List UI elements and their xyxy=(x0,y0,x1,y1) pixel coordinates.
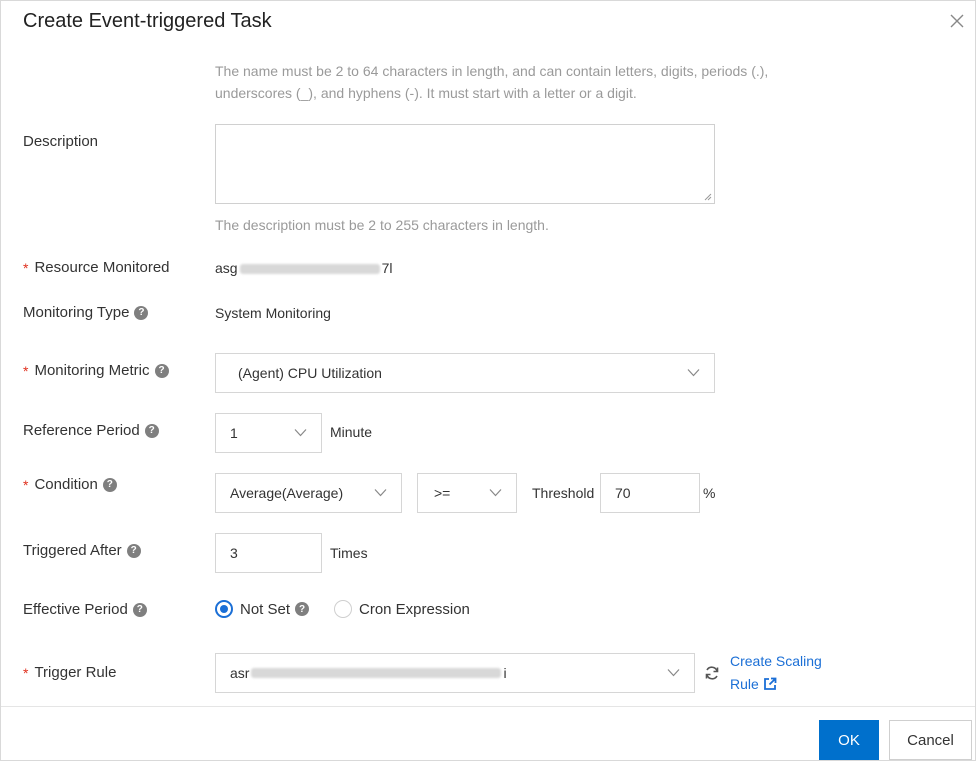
radio-selected-icon xyxy=(215,600,233,618)
help-icon[interactable]: ? xyxy=(144,423,159,438)
required-asterisk: * xyxy=(23,664,29,681)
condition-label-text: Condition xyxy=(34,476,98,493)
radio-unselected-icon xyxy=(334,600,352,618)
name-hint: The name must be 2 to 64 characters in l… xyxy=(215,60,768,104)
monitoring-metric-label-text: Monitoring Metric xyxy=(34,362,150,379)
external-link-icon xyxy=(763,677,777,690)
redacted-rule-id xyxy=(251,668,502,678)
triggered-after-unit: Times xyxy=(330,545,368,561)
threshold-input[interactable]: 70 xyxy=(600,473,700,513)
reference-period-unit: Minute xyxy=(330,424,373,440)
help-icon[interactable]: ? xyxy=(126,543,141,558)
description-label: Description xyxy=(23,133,98,150)
effective-period-not-set-radio[interactable]: Not Set ? xyxy=(215,600,310,618)
help-icon[interactable]: ? xyxy=(132,602,147,617)
monitoring-type-value: System Monitoring xyxy=(215,305,331,321)
trigger-rule-label: * Trigger Rule xyxy=(23,664,116,681)
resource-id-prefix: asg xyxy=(215,260,238,276)
effective-period-cron-radio[interactable]: Cron Expression xyxy=(334,600,470,618)
monitoring-metric-select[interactable]: (Agent) CPU Utilization xyxy=(215,353,715,393)
reference-period-label-text: Reference Period xyxy=(23,422,140,439)
condition-statistic-value: Average(Average) xyxy=(230,485,344,501)
help-icon[interactable]: ? xyxy=(295,602,310,616)
cancel-button[interactable]: Cancel xyxy=(889,720,972,760)
create-scaling-rule-line2: Rule xyxy=(730,676,759,692)
resource-id-suffix: 7l xyxy=(381,260,393,276)
reference-period-select[interactable]: 1 xyxy=(215,413,322,453)
chevron-down-icon xyxy=(374,489,387,497)
create-scaling-rule-link[interactable]: Create Scaling Rule xyxy=(730,653,822,692)
chevron-down-icon xyxy=(294,429,307,437)
help-icon[interactable]: ? xyxy=(134,305,149,320)
threshold-unit: % xyxy=(703,485,716,501)
not-set-option-label: Not Set xyxy=(240,600,291,618)
create-scaling-rule-line2-row: Rule xyxy=(730,676,822,692)
resource-monitored-value: asg 7l xyxy=(215,260,392,276)
monitoring-metric-label: * Monitoring Metric ? xyxy=(23,362,169,379)
chevron-down-icon xyxy=(667,669,680,677)
condition-label: * Condition ? xyxy=(23,476,117,493)
resource-monitored-label-text: Resource Monitored xyxy=(34,259,170,276)
triggered-after-label-text: Triggered After xyxy=(23,542,122,559)
threshold-label: Threshold xyxy=(532,485,595,501)
description-label-text: Description xyxy=(23,133,99,150)
effective-period-label: Effective Period ? xyxy=(23,601,147,618)
resource-monitored-label: * Resource Monitored xyxy=(23,259,170,276)
trigger-rule-prefix: asr xyxy=(230,665,250,681)
trigger-rule-select[interactable]: asr i xyxy=(215,653,695,693)
triggered-after-value: 3 xyxy=(230,545,238,561)
close-icon[interactable] xyxy=(949,13,965,29)
cron-expression-option-label: Cron Expression xyxy=(359,600,470,618)
description-textarea[interactable] xyxy=(215,124,715,204)
required-asterisk: * xyxy=(23,259,29,276)
name-hint-line1: The name must be 2 to 64 characters in l… xyxy=(215,63,769,79)
triggered-after-input[interactable]: 3 xyxy=(215,533,322,573)
chevron-down-icon xyxy=(687,369,700,377)
triggered-after-label: Triggered After ? xyxy=(23,542,141,559)
effective-period-label-text: Effective Period xyxy=(23,601,128,618)
monitoring-metric-value: (Agent) CPU Utilization xyxy=(238,365,382,381)
help-icon[interactable]: ? xyxy=(102,477,117,492)
create-scaling-rule-line1: Create Scaling xyxy=(730,653,822,669)
trigger-rule-label-text: Trigger Rule xyxy=(34,664,117,681)
description-hint: The description must be 2 to 255 charact… xyxy=(215,217,549,233)
monitoring-type-label: Monitoring Type ? xyxy=(23,304,149,321)
redacted-resource-id xyxy=(239,264,380,275)
resize-grip-icon[interactable] xyxy=(704,193,712,201)
required-asterisk: * xyxy=(23,476,29,493)
reference-period-label: Reference Period ? xyxy=(23,422,159,439)
condition-operator-select[interactable]: >= xyxy=(417,473,517,513)
chevron-down-icon xyxy=(489,489,502,497)
create-event-triggered-task-dialog: Create Event-triggered Task The name mus… xyxy=(0,0,976,761)
trigger-rule-suffix: i xyxy=(503,665,507,681)
refresh-icon[interactable] xyxy=(704,665,720,681)
condition-statistic-select[interactable]: Average(Average) xyxy=(215,473,402,513)
ok-button[interactable]: OK xyxy=(819,720,879,760)
required-asterisk: * xyxy=(23,362,29,379)
monitoring-type-label-text: Monitoring Type xyxy=(23,304,130,321)
condition-operator-value: >= xyxy=(434,485,451,501)
footer-divider xyxy=(1,706,975,707)
threshold-value: 70 xyxy=(615,485,631,501)
help-icon[interactable]: ? xyxy=(154,363,169,378)
name-hint-line2: underscores (_), and hyphens (-). It mus… xyxy=(215,85,637,101)
dialog-title: Create Event-triggered Task xyxy=(23,10,272,32)
reference-period-value: 1 xyxy=(230,425,238,441)
